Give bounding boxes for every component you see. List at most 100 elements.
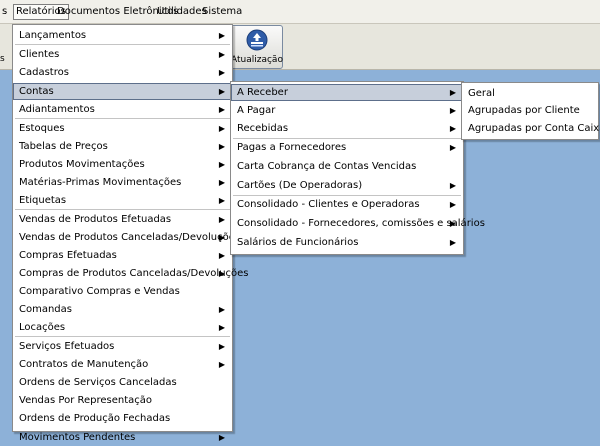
submenu-arrow-icon: ▶ [218, 196, 225, 205]
receber-item-label: Geral [468, 88, 495, 99]
relatorios-item-label: Comparativo Compras e Vendas [19, 286, 180, 297]
atualizacao-button-label: Atualização [231, 55, 283, 65]
relatorios-item-label: Comandas [19, 304, 72, 315]
contas-item-consolidado-clientes-e-operadoras[interactable]: Consolidado - Clientes e Operadoras ▶ [231, 196, 463, 213]
relatorios-item-label: Compras Efetuadas [19, 250, 117, 261]
relatorios-item-label: Ordens de Produção Fechadas [19, 413, 171, 424]
contas-item-salarios-de-funcionarios[interactable]: Salários de Funcionários ▶ [231, 234, 463, 251]
contas-item-label: Pagas a Fornecedores [237, 142, 347, 153]
contas-item-label: Cartões (De Operadoras) [237, 180, 363, 191]
relatorios-item-label: Clientes [19, 49, 60, 60]
relatorios-item-materias-primas-movimentacoes[interactable]: Matérias-Primas Movimentações ▶ [13, 174, 232, 191]
relatorios-item-comparativo-compras-e-vendas[interactable]: Comparativo Compras e Vendas [13, 283, 232, 300]
submenu-arrow-icon: ▶ [218, 68, 225, 77]
relatorios-item-label: Ordens de Serviços Canceladas [19, 377, 177, 388]
menu-separator [233, 195, 461, 196]
contas-item-pagas-a-fornecedores[interactable]: Pagas a Fornecedores ▶ [231, 139, 463, 156]
menu-sistema-prev[interactable]: s [2, 5, 7, 19]
relatorios-item-label: Contas [19, 86, 54, 97]
relatorios-item-label: Movimentos Pendentes [19, 432, 136, 443]
atualizacao-button[interactable]: Atualização [230, 25, 283, 69]
receber-item-label: Agrupadas por Conta Caixa [468, 123, 600, 134]
update-icon [246, 29, 268, 51]
relatorios-item-label: Compras de Produtos Canceladas/Devoluçõe… [19, 268, 249, 279]
relatorios-item-label: Produtos Movimentações [19, 159, 145, 170]
menu-separator [15, 44, 230, 45]
a-receber-submenu: Geral Agrupadas por Cliente Agrupadas por … [461, 82, 600, 140]
menu-separator [15, 336, 230, 337]
contas-item-label: A Receber [237, 87, 288, 98]
relatorios-item-label: Lançamentos [19, 30, 87, 41]
submenu-arrow-icon: ▶ [218, 215, 225, 224]
relatorios-item-label: Matérias-Primas Movimentações [19, 177, 182, 188]
relatorios-item-label: Etiquetas [19, 195, 67, 206]
submenu-arrow-icon: ▶ [449, 238, 456, 247]
submenu-arrow-icon: ▶ [449, 106, 456, 115]
relatorios-item-tabelas-de-precos[interactable]: Tabelas de Preços ▶ [13, 138, 232, 155]
relatorios-item-ordens-de-producao-fechadas[interactable]: Ordens de Produção Fechadas [13, 410, 232, 427]
menu-utilidades[interactable]: Utilidades [157, 5, 207, 19]
relatorios-item-vendas-de-produtos-canceladas-devolucoes[interactable]: Vendas de Produtos Canceladas/Devoluções… [13, 229, 240, 246]
relatorios-item-adiantamentos[interactable]: Adiantamentos ▶ [13, 101, 232, 118]
relatorios-item-contratos-de-manutencao[interactable]: Contratos de Manutenção ▶ [13, 356, 232, 373]
relatorios-item-estoques[interactable]: Estoques ▶ [13, 120, 232, 137]
submenu-arrow-icon: ▶ [218, 50, 225, 59]
relatorios-item-label: Serviços Efetuados [19, 341, 115, 352]
submenu-arrow-icon: ▶ [449, 88, 456, 97]
relatorios-item-vendas-por-representacao[interactable]: Vendas Por Representação [13, 392, 232, 409]
relatorios-item-clientes[interactable]: Clientes ▶ [13, 46, 232, 63]
receber-item-agrupadas-por-cliente[interactable]: Agrupadas por Cliente [462, 102, 598, 119]
relatorios-item-label: Contratos de Manutenção [19, 359, 149, 370]
relatorios-item-contas[interactable]: Contas ▶ [13, 83, 232, 100]
relatorios-item-etiquetas[interactable]: Etiquetas ▶ [13, 192, 232, 209]
submenu-arrow-icon: ▶ [449, 219, 456, 228]
submenu-arrow-icon: ▶ [218, 124, 225, 133]
submenu-arrow-icon: ▶ [218, 105, 225, 114]
menu-separator [15, 209, 230, 210]
relatorios-item-movimentos-pendentes[interactable]: Movimentos Pendentes ▶ [13, 429, 232, 446]
receber-item-geral[interactable]: Geral [462, 85, 598, 102]
menu-sistema[interactable]: Sistema [202, 5, 242, 19]
contas-item-recebidas[interactable]: Recebidas ▶ [231, 120, 463, 137]
submenu-arrow-icon: ▶ [218, 31, 225, 40]
submenu-arrow-icon: ▶ [218, 87, 225, 96]
relatorios-item-label: Tabelas de Preços [19, 141, 108, 152]
relatorios-item-vendas-de-produtos-efetuadas[interactable]: Vendas de Produtos Efetuadas ▶ [13, 211, 232, 228]
submenu-arrow-icon: ▶ [218, 233, 225, 242]
contas-item-a-receber[interactable]: A Receber ▶ [231, 84, 463, 101]
contas-item-consolidado-fornecedores-comissoes-e-salarios[interactable]: Consolidado - Fornecedores, comissões e … [231, 215, 485, 232]
relatorios-item-label: Estoques [19, 123, 65, 134]
submenu-arrow-icon: ▶ [449, 200, 456, 209]
relatorios-item-comandas[interactable]: Comandas ▶ [13, 301, 232, 318]
relatorios-item-lancamentos[interactable]: Lançamentos ▶ [13, 27, 232, 44]
submenu-arrow-icon: ▶ [449, 181, 456, 190]
contas-item-a-pagar[interactable]: A Pagar ▶ [231, 102, 463, 119]
submenu-arrow-icon: ▶ [218, 251, 225, 260]
menu-bar: s Relatórios Documentos Eletrônicos Util… [0, 0, 600, 24]
contas-item-cartoes-de-operadoras[interactable]: Cartões (De Operadoras) ▶ [231, 177, 463, 194]
relatorios-item-locacoes[interactable]: Locações ▶ [13, 319, 232, 336]
submenu-arrow-icon: ▶ [218, 360, 225, 369]
relatorios-item-label: Cadastros [19, 67, 69, 78]
relatorios-item-produtos-movimentacoes[interactable]: Produtos Movimentações ▶ [13, 156, 232, 173]
contas-item-label: Carta Cobrança de Contas Vencidas [237, 161, 417, 172]
receber-item-agrupadas-por-conta-caixa[interactable]: Agrupadas por Conta Caixa [462, 120, 600, 137]
relatorios-item-label: Vendas de Produtos Efetuadas [19, 214, 172, 225]
relatorios-item-compras-de-produtos-canceladas-devolucoes[interactable]: Compras de Produtos Canceladas/Devoluçõe… [13, 265, 249, 282]
submenu-arrow-icon: ▶ [218, 178, 225, 187]
submenu-arrow-icon: ▶ [449, 124, 456, 133]
relatorios-item-compras-efetuadas[interactable]: Compras Efetuadas ▶ [13, 247, 232, 264]
relatorios-item-ordens-de-servicos-canceladas[interactable]: Ordens de Serviços Canceladas [13, 374, 232, 391]
relatorios-item-servicos-efetuados[interactable]: Serviços Efetuados ▶ [13, 338, 232, 355]
contas-item-label: Salários de Funcionários [237, 237, 359, 248]
contas-item-carta-cobranca-de-contas-vencidas[interactable]: Carta Cobrança de Contas Vencidas [231, 158, 463, 175]
submenu-arrow-icon: ▶ [218, 160, 225, 169]
submenu-arrow-icon: ▶ [218, 342, 225, 351]
submenu-arrow-icon: ▶ [218, 142, 225, 151]
contas-item-label: Consolidado - Clientes e Operadoras [237, 199, 420, 210]
relatorios-item-cadastros[interactable]: Cadastros ▶ [13, 64, 232, 81]
menu-separator [15, 118, 230, 119]
relatorios-item-label: Adiantamentos [19, 104, 95, 115]
submenu-arrow-icon: ▶ [218, 323, 225, 332]
contas-item-label: A Pagar [237, 105, 276, 116]
